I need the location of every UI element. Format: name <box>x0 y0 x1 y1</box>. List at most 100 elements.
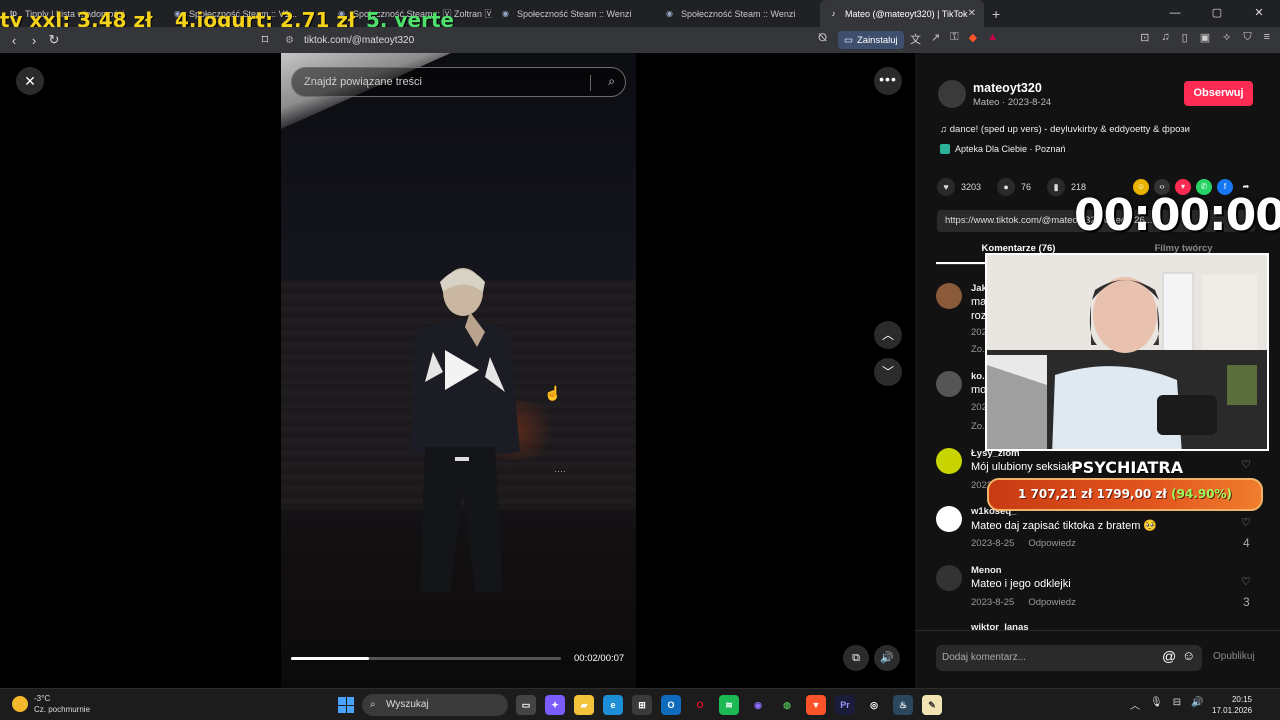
mini-player-button[interactable]: ⧉ <box>843 645 869 671</box>
volume-icon: 🔊 <box>880 652 894 664</box>
brave-shields-icon[interactable]: ◆ <box>969 31 977 47</box>
discord-icon[interactable]: ◉ <box>748 695 768 715</box>
video-progress-bar[interactable] <box>291 657 561 660</box>
sidebar-icon[interactable]: ▯ <box>1182 31 1188 44</box>
commenter-name[interactable]: Menon <box>971 565 1002 576</box>
comment-like-icon[interactable]: ♡ <box>1241 516 1251 529</box>
minimize-button[interactable]: — <box>1154 0 1196 27</box>
copilot-icon[interactable]: ✦ <box>545 695 565 715</box>
emoji-icon[interactable]: ☺ <box>1182 648 1195 663</box>
network-icon[interactable]: ⊟ <box>1173 697 1181 712</box>
outlook-icon[interactable]: O <box>661 695 681 715</box>
next-video-button[interactable]: ﹀ <box>874 358 902 386</box>
taskbar-clock[interactable]: 20:15 17.01.2026 <box>1212 694 1252 716</box>
reload-icon[interactable]: ↻ <box>44 32 64 48</box>
steam-icon: ◉ <box>502 9 509 18</box>
comment-date: 2023-8-25 <box>971 597 1015 608</box>
publish-button[interactable]: Opublikuj <box>1213 651 1255 662</box>
chrome-icon[interactable]: ◍ <box>777 695 797 715</box>
spotify-icon[interactable]: ≋ <box>719 695 739 715</box>
commenter-name[interactable]: wiktor_lanas <box>971 622 1029 630</box>
comment-like-icon[interactable]: ♡ <box>1241 575 1251 588</box>
translate-icon[interactable]: 文 <box>910 31 921 47</box>
tab-steam-4[interactable]: ◉ Społeczność Steam :: Wenzi <box>656 0 820 27</box>
steam-icon: ◉ <box>666 9 673 18</box>
rewards-icon[interactable]: ▲ <box>987 31 998 47</box>
chevron-up-icon: ︿ <box>881 328 894 342</box>
reader-mode-icon[interactable]: ⦰ <box>818 32 827 45</box>
commenter-avatar[interactable] <box>936 506 962 532</box>
screenshot-icon[interactable]: ⊡ <box>1140 31 1149 44</box>
follow-button[interactable]: Obserwuj <box>1184 81 1253 106</box>
vpn-icon[interactable]: ⛉ <box>1243 31 1251 44</box>
tab-tiktok[interactable]: ♪ Mateo (@mateoyt320) | TikTok ✕ <box>820 0 984 27</box>
obs-icon[interactable]: ◎ <box>864 695 884 715</box>
commenter-avatar[interactable] <box>936 371 962 397</box>
steam-app-icon[interactable]: ♨ <box>893 695 913 715</box>
commenter-avatar[interactable] <box>936 565 962 591</box>
chevron-up-icon[interactable]: ︿ <box>1130 697 1140 712</box>
wallet-icon[interactable]: ▣ <box>1200 31 1210 44</box>
file-explorer-icon[interactable]: ▰ <box>574 695 594 715</box>
url-text: tiktok.com/@mateoyt320 <box>303 34 415 46</box>
weather-widget[interactable]: -3°C Cz. pochmurnie <box>12 693 90 715</box>
address-icons: 文 ↗ ⚿ ◆ ▲ <box>910 31 998 47</box>
comment-item: Menon Mateo i jego odklejki 2023-8-25 Odp… <box>936 565 1266 611</box>
install-button[interactable]: ▭ Zainstaluj <box>838 31 904 49</box>
comment-reply[interactable]: Odpowiedz <box>1028 538 1076 549</box>
creator-meta: Mateo · 2023-8-24 <box>973 97 1052 108</box>
comment-text: Mój ulubiony seksiak... <box>971 461 1082 473</box>
microphone-icon[interactable]: 🎙 <box>1150 697 1163 712</box>
windows-start-icon[interactable] <box>338 697 354 713</box>
tab-label: Społeczność Steam :: Wenzi <box>681 8 796 19</box>
volume-button[interactable]: 🔊 <box>874 645 900 671</box>
tiktok-icon: ♪ <box>831 9 836 18</box>
task-view-icon[interactable]: ▭ <box>516 695 536 715</box>
menu-icon[interactable]: ≡ <box>1264 31 1270 44</box>
mention-icon[interactable]: @ <box>1162 648 1176 664</box>
more-options-button[interactable]: ••• <box>874 67 902 95</box>
clock-time: 20:15 <box>1231 695 1252 704</box>
close-window-button[interactable]: ✕ <box>1238 0 1280 27</box>
key-icon[interactable]: ⚿ <box>950 31 958 47</box>
music-link[interactable]: ♫ dance! (sped up vers) - deyluvkirby & … <box>940 124 1190 135</box>
comment-like-icon[interactable]: ♡ <box>1241 458 1251 471</box>
like-button[interactable]: ♥ 3203 <box>937 178 981 196</box>
comment-button[interactable]: ● 76 <box>997 178 1031 196</box>
previous-video-button[interactable]: ︿ <box>874 321 902 349</box>
pinned-app-icon[interactable]: ✎ <box>922 695 942 715</box>
commenter-avatar[interactable] <box>936 448 962 474</box>
share-icon[interactable]: ↗ <box>931 31 940 47</box>
search-icon[interactable]: ⌕ <box>608 74 615 89</box>
location-link[interactable]: Apteka Dla Ciebie · Poznań <box>940 144 1066 154</box>
comment-item: w1koseq_ Mateo daj zapisać tiktoka z bra… <box>936 506 1266 552</box>
close-tab-icon[interactable]: ✕ <box>968 8 976 19</box>
avatar[interactable] <box>938 80 966 108</box>
bookmark-icon[interactable]: ⌑ <box>255 32 275 48</box>
edge-icon[interactable]: e <box>603 695 623 715</box>
tab-steam-3[interactable]: ◉ Społeczność Steam :: Wenzi <box>492 0 656 27</box>
location-icon <box>940 144 950 154</box>
comment-text: Mateo i jego odklejki <box>971 578 1071 590</box>
brave-icon[interactable]: ▼ <box>806 695 826 715</box>
commenter-avatar[interactable] <box>936 283 962 309</box>
taskbar-search[interactable]: ⌕ Wyszukaj <box>362 694 508 716</box>
media-icon[interactable]: ♫ <box>1161 31 1169 44</box>
forward-icon[interactable]: › <box>24 33 44 48</box>
search-divider <box>590 75 591 91</box>
maximize-button[interactable]: ▢ <box>1196 0 1238 27</box>
premiere-icon[interactable]: Pr <box>835 695 855 715</box>
play-icon[interactable] <box>445 350 479 390</box>
comment-text: Mateo daj zapisać tiktoka z bratem 🥺 <box>971 520 1158 532</box>
close-video-button[interactable]: ✕ <box>16 67 44 95</box>
speaker-icon[interactable]: 🔊 <box>1191 697 1203 712</box>
creator-username[interactable]: mateoyt320 <box>973 81 1042 95</box>
leo-icon[interactable]: ✧ <box>1222 31 1231 44</box>
store-icon[interactable]: ⊞ <box>632 695 652 715</box>
site-settings-icon[interactable]: ⚙ <box>285 35 294 46</box>
opera-icon[interactable]: O <box>690 695 710 715</box>
back-icon[interactable]: ‹ <box>4 33 24 48</box>
new-tab-button[interactable]: + <box>992 6 1000 22</box>
related-search-input[interactable]: Znajdź powiązane treści ⌕ <box>291 67 626 97</box>
comment-reply[interactable]: Odpowiedz <box>1028 597 1076 608</box>
